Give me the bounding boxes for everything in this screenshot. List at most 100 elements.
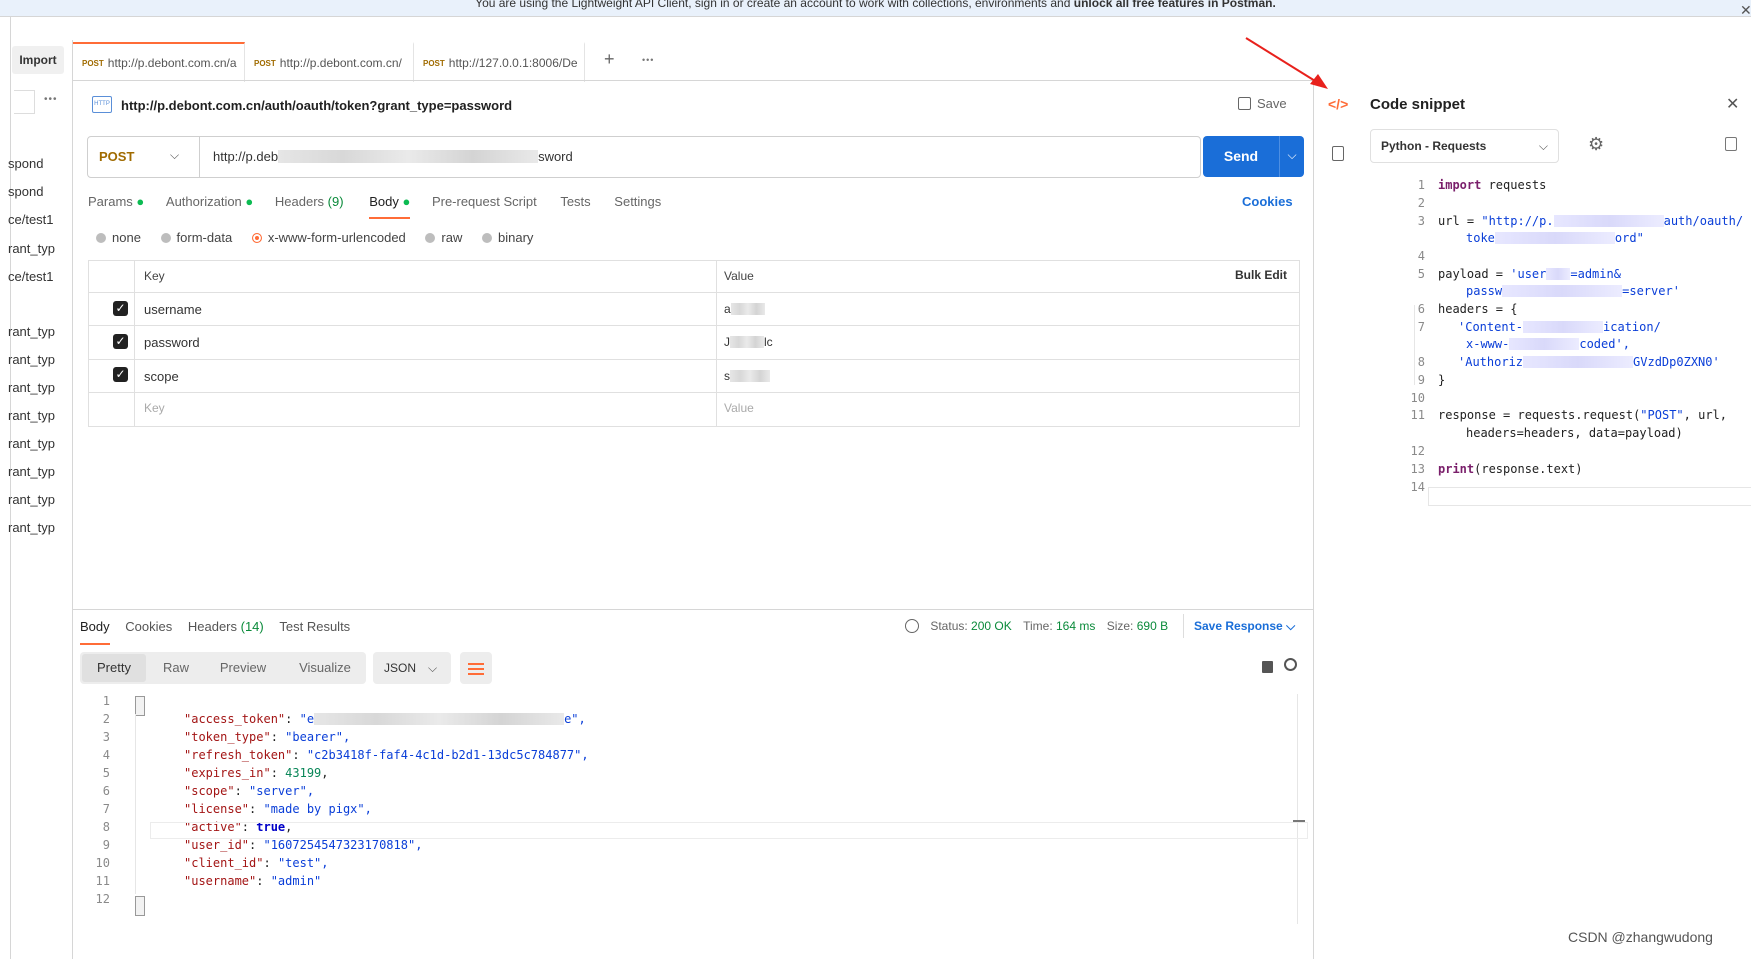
radio-raw[interactable]: raw bbox=[425, 230, 462, 245]
wrap-lines-button[interactable] bbox=[460, 652, 492, 684]
row-enable-checkbox[interactable]: ✓ bbox=[113, 334, 128, 349]
tabs-more-icon[interactable]: ••• bbox=[642, 55, 654, 65]
scrollbar-thumb[interactable] bbox=[1293, 820, 1305, 822]
tab-label: http://p.debont.com.cn/ bbox=[279, 56, 402, 70]
json-value: "1607254547323170818", bbox=[263, 838, 423, 852]
param-value[interactable]: s bbox=[724, 369, 770, 383]
request-title: http://p.debont.com.cn/auth/oauth/token?… bbox=[121, 98, 513, 113]
sidebar-history-item[interactable]: rant_typ bbox=[8, 352, 68, 367]
tab-response-headers[interactable]: Headers (14) bbox=[188, 619, 264, 634]
sidebar-history-item[interactable]: rant_typ bbox=[8, 324, 68, 339]
view-preview[interactable]: Preview bbox=[212, 654, 274, 682]
snippet-line: 11 response = requests.request("POST", ur… bbox=[1395, 407, 1727, 424]
param-value[interactable]: a bbox=[724, 302, 765, 316]
scrollbar-track[interactable] bbox=[1297, 694, 1298, 924]
copy-icon[interactable] bbox=[1725, 137, 1737, 151]
search-icon[interactable] bbox=[1284, 658, 1297, 671]
sidebar-history-item[interactable]: ce/test1 bbox=[8, 212, 68, 227]
radio-binary[interactable]: binary bbox=[482, 230, 533, 245]
tab-settings[interactable]: Settings bbox=[614, 194, 661, 209]
globe-icon[interactable] bbox=[905, 619, 919, 633]
new-key-input[interactable]: Key bbox=[144, 401, 165, 415]
redacted-block bbox=[1553, 215, 1664, 227]
method-select[interactable]: POST bbox=[99, 149, 134, 164]
json-value: "c2b3418f-faf4-4c1d-b2d1-13dc5c784877", bbox=[306, 748, 589, 762]
sidebar-history-item[interactable]: rant_typ bbox=[8, 241, 68, 256]
view-raw[interactable]: Raw bbox=[156, 654, 196, 682]
tab-request-3[interactable]: POST http://127.0.0.1:8006/De bbox=[414, 42, 585, 82]
method-label: POST bbox=[254, 58, 276, 68]
format-select[interactable]: JSON ⌵ bbox=[373, 652, 451, 684]
tab-request-1[interactable]: POST http://p.debont.com.cn/a bbox=[73, 42, 245, 82]
param-key[interactable]: scope bbox=[144, 369, 179, 384]
language-select[interactable]: Python - Requests ⌵ bbox=[1370, 129, 1559, 163]
tab-request-2[interactable]: POST http://p.debont.com.cn/ bbox=[245, 42, 414, 82]
code-token: 'user bbox=[1510, 267, 1547, 281]
sidebar-history-item[interactable]: rant_typ bbox=[8, 492, 68, 507]
view-pretty[interactable]: Pretty bbox=[82, 654, 146, 682]
param-key[interactable]: password bbox=[144, 335, 200, 350]
sidebar-history-item[interactable]: spond bbox=[8, 184, 68, 199]
code-token: 'Content- bbox=[1458, 320, 1524, 334]
chevron-down-icon: ⌵ bbox=[428, 661, 438, 675]
sidebar-history-item[interactable]: ce/test1 bbox=[8, 269, 68, 284]
copy-icon[interactable] bbox=[1262, 661, 1273, 673]
tab-body[interactable]: Body ● bbox=[369, 194, 411, 219]
code-token: (response.text) bbox=[1474, 462, 1583, 476]
sidebar-history-item[interactable]: rant_typ bbox=[8, 520, 68, 535]
param-value[interactable]: Jlc bbox=[724, 335, 773, 349]
row-enable-checkbox[interactable]: ✓ bbox=[113, 301, 128, 316]
sidebar-history-item[interactable]: rant_typ bbox=[8, 436, 68, 451]
url-input[interactable]: http://p.deb sword bbox=[213, 149, 573, 164]
code-icon[interactable]: </> bbox=[1328, 96, 1348, 112]
code-snippet-editor[interactable]: 1 import requests 2 3 url = "http://p. auth/o… bbox=[1395, 177, 1751, 517]
close-icon[interactable]: ✕ bbox=[1726, 94, 1739, 114]
tab-tests[interactable]: Tests bbox=[560, 194, 590, 209]
gear-icon[interactable]: ⚙ bbox=[1588, 134, 1604, 155]
send-button[interactable]: Send bbox=[1203, 136, 1279, 177]
tab-test-results[interactable]: Test Results bbox=[279, 619, 350, 634]
response-json-viewer[interactable]: 1{2"access_token": "ee",3"token_type": "… bbox=[80, 692, 1310, 922]
radio-none[interactable]: none bbox=[96, 230, 141, 245]
redacted-block bbox=[1509, 338, 1580, 350]
code-token: headers = { bbox=[1438, 302, 1518, 316]
fold-marker[interactable] bbox=[135, 896, 145, 916]
snippet-line: 13 print(response.text) bbox=[1395, 461, 1583, 478]
sidebar-filter-input[interactable] bbox=[14, 90, 35, 114]
time-value[interactable]: 164 ms bbox=[1056, 619, 1095, 633]
radio-form-data[interactable]: form-data bbox=[160, 230, 232, 245]
sidebar-history-item[interactable]: spond bbox=[8, 156, 68, 171]
row-enable-checkbox[interactable]: ✓ bbox=[113, 367, 128, 382]
tab-params[interactable]: Params ● bbox=[88, 194, 144, 209]
sidebar-history-item[interactable]: rant_typ bbox=[8, 464, 68, 479]
more-icon[interactable]: ••• bbox=[44, 94, 58, 105]
documentation-icon[interactable] bbox=[1332, 146, 1344, 161]
new-tab-plus-icon[interactable]: + bbox=[604, 49, 615, 70]
radio-x-www-form-urlencoded[interactable]: x-www-form-urlencoded bbox=[251, 230, 406, 245]
line-number: 4 bbox=[1417, 249, 1425, 263]
banner-link[interactable]: unlock all free features in Postman. bbox=[1074, 0, 1276, 10]
save-response-button[interactable]: Save Response ⌵ bbox=[1194, 619, 1295, 634]
fold-marker[interactable] bbox=[135, 696, 145, 716]
sidebar-history-item[interactable]: rant_typ bbox=[8, 380, 68, 395]
divider bbox=[88, 325, 1299, 326]
tab-authorization[interactable]: Authorization ● bbox=[166, 194, 253, 209]
status-value[interactable]: 200 OK bbox=[971, 619, 1012, 633]
import-button[interactable]: Import bbox=[12, 46, 64, 74]
tab-headers[interactable]: Headers (9) bbox=[275, 194, 344, 209]
chevron-down-icon[interactable]: ⌵ bbox=[170, 148, 179, 163]
tab-response-cookies[interactable]: Cookies bbox=[125, 619, 172, 634]
size-value[interactable]: 690 B bbox=[1137, 619, 1168, 633]
bulk-edit-button[interactable]: Bulk Edit bbox=[1235, 268, 1287, 282]
sidebar-history-item[interactable]: rant_typ bbox=[8, 408, 68, 423]
param-key[interactable]: username bbox=[144, 302, 202, 317]
cookies-link[interactable]: Cookies bbox=[1242, 194, 1293, 209]
tab-response-body[interactable]: Body bbox=[80, 619, 110, 645]
save-button[interactable]: Save bbox=[1238, 96, 1287, 111]
send-dropdown-chevron-icon[interactable]: ⌵ bbox=[1280, 136, 1304, 177]
json-key: "user_id" bbox=[184, 838, 250, 852]
view-visualize[interactable]: Visualize bbox=[290, 654, 360, 682]
tab-pre-request-script[interactable]: Pre-request Script bbox=[432, 194, 537, 209]
new-value-input[interactable]: Value bbox=[724, 401, 754, 415]
radio-icon bbox=[425, 233, 436, 243]
